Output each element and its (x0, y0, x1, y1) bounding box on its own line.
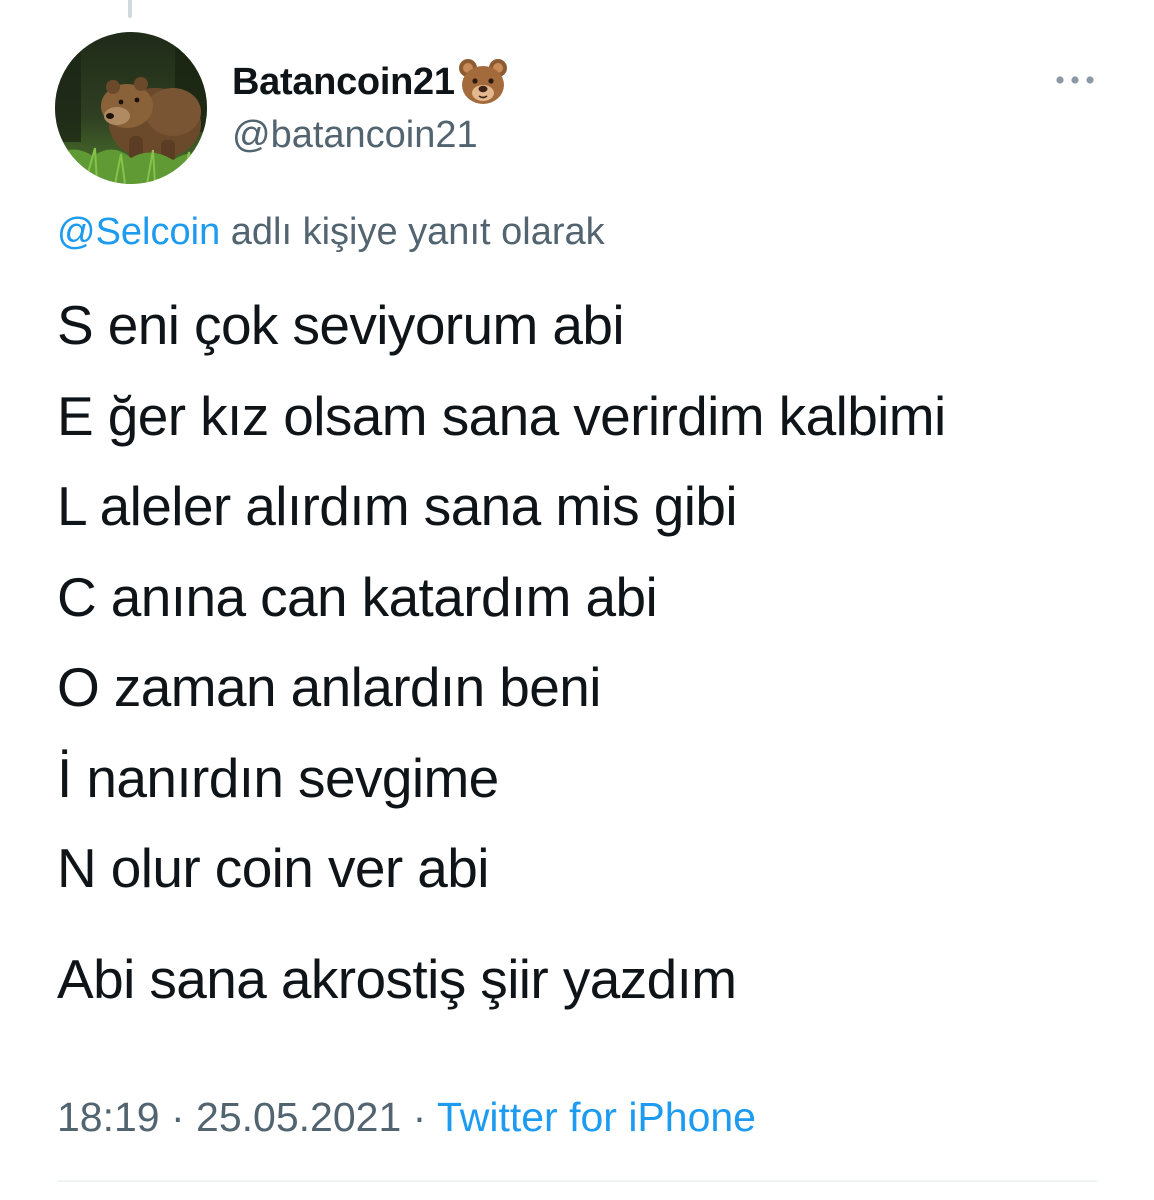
tweet-text: S eni çok seviyorum abi E ğer kız olsam … (57, 280, 946, 1024)
tweet-line: İ nanırdın sevgime (57, 746, 499, 809)
bear-face-icon (458, 59, 507, 104)
display-name[interactable]: Batancoin21 (232, 54, 455, 110)
tweet-line: L aleler alırdım sana mis gibi (57, 475, 738, 537)
tweet-date[interactable]: 25.05.2021 (196, 1094, 401, 1140)
tweet-line-closing: Abi sana akrostiş şiir yazdım (57, 947, 737, 1010)
thread-connector-line (128, 0, 132, 18)
bear-avatar-image (55, 32, 207, 184)
tweet-metadata: 18:19 · 25.05.2021 · Twitter for iPhone (57, 1090, 756, 1144)
reply-context-text: adlı kişiye yanıt olarak (220, 211, 605, 253)
reply-context: @Selcoin adlı kişiye yanıt olarak (57, 206, 605, 258)
meta-separator: · (401, 1094, 437, 1140)
reply-mention-link[interactable]: @Selcoin (57, 211, 220, 253)
tweet-source-link[interactable]: Twitter for iPhone (437, 1094, 756, 1140)
tweet-line: O zaman anlardın beni (57, 656, 601, 718)
author-handle[interactable]: @batancoin21 (232, 110, 478, 160)
tweet-line: S eni çok seviyorum abi (57, 294, 625, 356)
divider (57, 1180, 1097, 1182)
more-horizontal-icon[interactable] (1052, 62, 1098, 98)
meta-separator: · (159, 1094, 197, 1140)
tweet-line: C anına can katardım abi (57, 565, 658, 628)
tweet-line: E ğer kız olsam sana verirdim kalbimi (57, 384, 946, 447)
tweet-time[interactable]: 18:19 (57, 1094, 160, 1140)
avatar[interactable] (55, 32, 207, 184)
author-name-row[interactable]: Batancoin21 (232, 54, 509, 110)
tweet-line: N olur coin ver abi (57, 837, 489, 899)
